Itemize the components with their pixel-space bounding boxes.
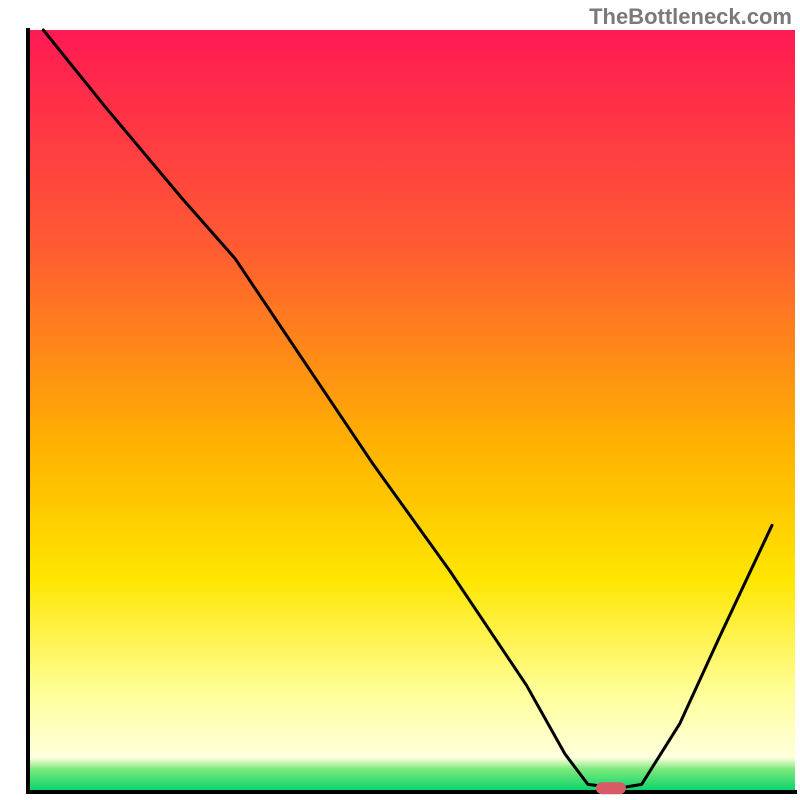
chart-background-gradient (28, 30, 795, 792)
optimal-point-marker (596, 782, 626, 794)
chart-container: TheBottleneck.com (0, 0, 800, 800)
watermark-text: TheBottleneck.com (589, 4, 792, 30)
bottleneck-chart (0, 0, 800, 800)
